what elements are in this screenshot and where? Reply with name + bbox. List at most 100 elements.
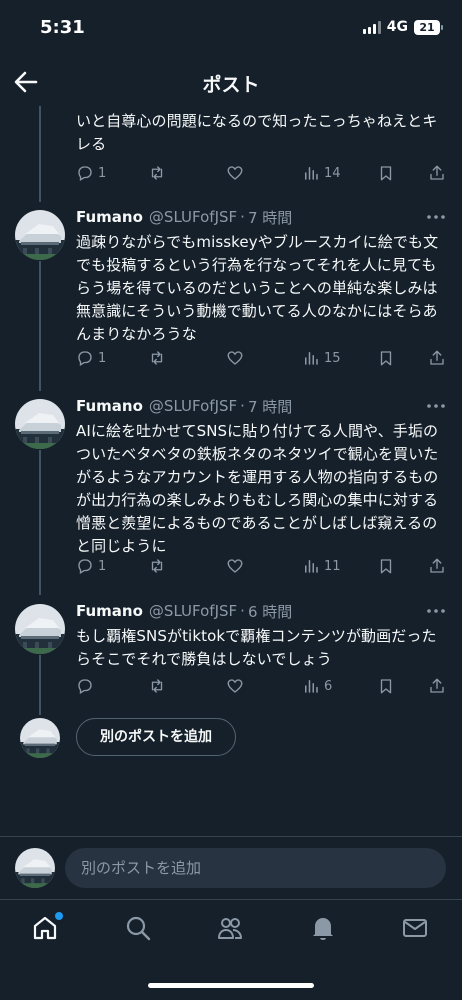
compose-bar	[0, 836, 462, 899]
avatar[interactable]	[15, 604, 65, 654]
post-text: いと自尊心の問題になるので知ったこっちゃねえとキレる	[76, 112, 438, 153]
post-time: 7 時間	[247, 397, 293, 416]
author-name[interactable]: Fumano	[76, 397, 143, 415]
author-name[interactable]: Fumano	[76, 602, 143, 620]
reply-icon	[78, 166, 92, 181]
post-text: もし覇権SNSがtiktokで覇権コンテンツが動画だったらそこでそれで勝負はしな…	[76, 627, 437, 668]
reply-count: 1	[98, 350, 107, 366]
bookmark-icon	[380, 679, 392, 694]
separator: ·	[240, 397, 245, 415]
avatar[interactable]	[15, 210, 65, 260]
notifications-icon	[313, 918, 333, 940]
repost-icon	[151, 351, 163, 365]
views-button[interactable]: 11	[302, 556, 341, 576]
like-button[interactable]	[226, 676, 248, 696]
signal-icon	[362, 20, 381, 34]
post-text: 過疎りながらでもmisskeyやブルースカイに絵でも文でも投稿するという行為を行…	[76, 233, 439, 343]
author-handle[interactable]: @SLUFofJSF	[149, 602, 237, 620]
repost-icon	[151, 166, 163, 180]
post-text: AIに絵を吐かせてSNSに貼り付けてる人間や、手垢のついたベタベタの鉄板ネタのネ…	[76, 422, 439, 555]
like-button[interactable]	[226, 163, 248, 183]
more-horizontal-icon	[427, 609, 445, 613]
separator: ·	[240, 602, 245, 620]
reply-button[interactable]: 1	[76, 163, 106, 183]
reply-icon	[78, 559, 92, 574]
more-button[interactable]	[426, 603, 446, 617]
reply-count: 1	[98, 558, 107, 574]
repost-button[interactable]	[148, 163, 170, 183]
reply-icon	[78, 679, 92, 694]
share-icon	[430, 350, 444, 365]
bookmark-button[interactable]	[377, 163, 395, 183]
views-count: 15	[324, 350, 341, 366]
reply-icon	[78, 351, 92, 366]
tab-messages[interactable]	[401, 914, 431, 944]
like-button[interactable]	[226, 556, 248, 576]
status-icons: 4G 21	[362, 19, 443, 35]
more-button[interactable]	[426, 209, 446, 223]
more-horizontal-icon	[427, 404, 445, 408]
views-count: 6	[324, 678, 333, 694]
author-name[interactable]: Fumano	[76, 208, 143, 226]
share-icon	[430, 678, 444, 693]
post-actions: 1 11	[76, 556, 446, 576]
communities-icon	[218, 918, 242, 939]
like-button[interactable]	[226, 348, 248, 368]
repost-button[interactable]	[148, 348, 170, 368]
home-indicator	[148, 983, 314, 988]
views-button[interactable]: 6	[302, 676, 332, 696]
search-icon	[126, 916, 151, 941]
post[interactable]: Fumano @SLUFofJSF · 7 時間 AIに絵を吐かせてSNSに貼り…	[0, 394, 462, 594]
repost-button[interactable]	[148, 556, 170, 576]
author-handle[interactable]: @SLUFofJSF	[149, 208, 237, 226]
share-button[interactable]	[428, 348, 446, 368]
separator: ·	[240, 208, 245, 226]
reply-input[interactable]	[65, 848, 446, 888]
post-actions: 1 15	[76, 348, 446, 368]
share-icon	[430, 558, 444, 573]
post[interactable]: いと自尊心の問題になるので知ったこっちゃねえとキレる 1 14	[0, 106, 462, 196]
tab-notifications[interactable]	[309, 914, 339, 944]
post[interactable]: Fumano @SLUFofJSF · 6 時間 もし覇権SNSがtiktokで…	[0, 599, 462, 709]
bookmark-icon	[380, 351, 392, 366]
post-actions: 6	[76, 676, 446, 696]
avatar	[15, 848, 55, 888]
network-label: 4G	[386, 19, 408, 35]
bookmark-icon	[380, 166, 392, 181]
tab-home[interactable]	[31, 912, 63, 944]
post-header: Fumano @SLUFofJSF · 6 時間	[76, 601, 446, 621]
heart-icon	[227, 679, 243, 693]
heart-icon	[227, 559, 243, 573]
page-title: ポスト	[202, 74, 260, 96]
views-button[interactable]: 14	[302, 163, 341, 183]
share-button[interactable]	[428, 163, 446, 183]
bookmark-button[interactable]	[377, 348, 395, 368]
views-count: 14	[324, 165, 341, 181]
post-actions: 1 14	[76, 163, 446, 183]
post-time: 7 時間	[247, 208, 293, 227]
share-icon	[430, 165, 444, 180]
post[interactable]: Fumano @SLUFofJSF · 7 時間 過疎りながらでもmisskey…	[0, 205, 462, 385]
views-button[interactable]: 15	[302, 348, 341, 368]
reply-button[interactable]: 1	[76, 556, 106, 576]
reply-button[interactable]	[76, 676, 98, 696]
repost-icon	[151, 559, 163, 573]
add-post-row: 別のポストを追加	[0, 716, 462, 758]
bookmark-icon	[380, 559, 392, 574]
status-time: 5:31	[40, 17, 85, 38]
header: ポスト	[0, 58, 462, 106]
repost-button[interactable]	[148, 676, 170, 696]
tab-communities[interactable]	[216, 914, 246, 944]
views-icon	[305, 680, 318, 693]
avatar[interactable]	[15, 399, 65, 449]
bookmark-button[interactable]	[377, 556, 395, 576]
reply-button[interactable]: 1	[76, 348, 106, 368]
battery-icon: 21	[414, 19, 443, 35]
share-button[interactable]	[428, 676, 446, 696]
add-post-button[interactable]: 別のポストを追加	[76, 718, 236, 756]
share-button[interactable]	[428, 556, 446, 576]
author-handle[interactable]: @SLUFofJSF	[149, 397, 237, 415]
bookmark-button[interactable]	[377, 676, 395, 696]
tab-search[interactable]	[124, 914, 154, 944]
more-button[interactable]	[426, 398, 446, 412]
